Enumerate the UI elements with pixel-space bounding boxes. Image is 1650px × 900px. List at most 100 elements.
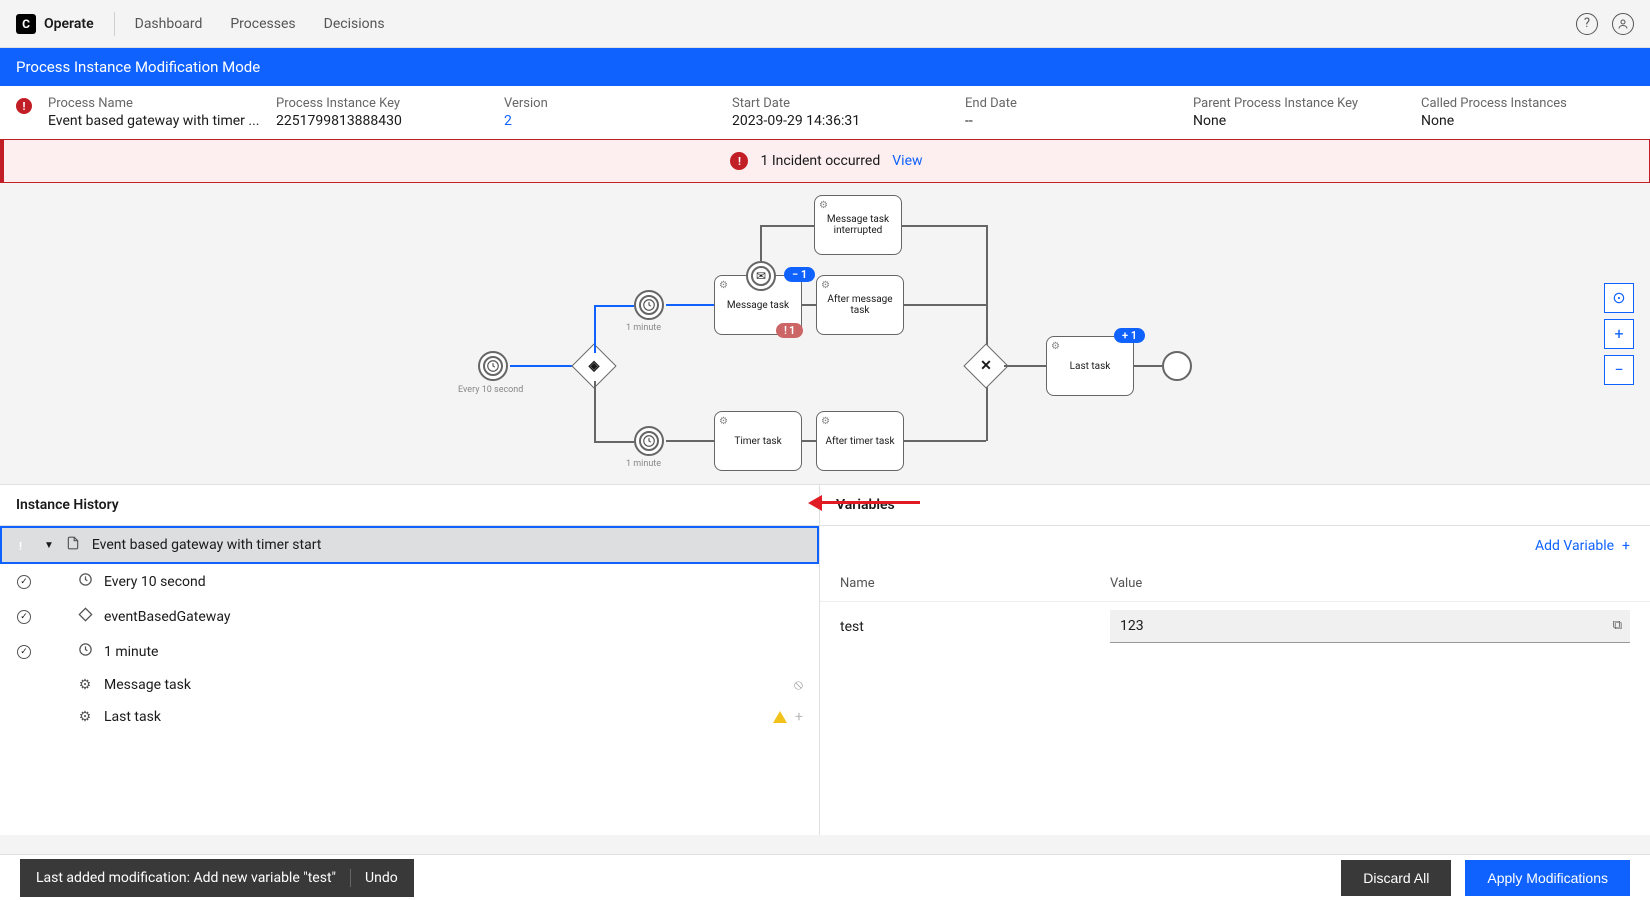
bpmn-diagram[interactable]: Every 10 second ◈ 1 minute ⚙ Message tas… bbox=[0, 183, 1650, 485]
info-key-label: Process Instance Key bbox=[276, 96, 496, 111]
cancel-icon[interactable]: ⦸ bbox=[794, 677, 803, 693]
check-icon: ✓ bbox=[17, 645, 31, 659]
top-nav: C Operate Dashboard Processes Decisions … bbox=[0, 0, 1650, 48]
variables-panel: Variables Add Variable+ Name Value test … bbox=[820, 485, 1650, 835]
warning-icon bbox=[773, 711, 787, 723]
nav-links: Dashboard Processes Decisions bbox=[135, 16, 385, 32]
task-msg-interrupted[interactable]: ⚙ Message task interrupted bbox=[814, 195, 902, 255]
discard-all-button[interactable]: Discard All bbox=[1341, 860, 1451, 896]
nav-decisions[interactable]: Decisions bbox=[324, 16, 385, 32]
user-icon[interactable] bbox=[1612, 13, 1634, 35]
history-row[interactable]: ✓ eventBasedGateway bbox=[0, 599, 819, 634]
nav-dashboard[interactable]: Dashboard bbox=[135, 16, 203, 32]
mod-plus-badge: + 1 bbox=[1114, 328, 1145, 343]
modification-mode-banner: Process Instance Modification Mode bbox=[0, 48, 1650, 86]
gear-icon: ⚙ bbox=[821, 416, 830, 427]
gear-icon: ⚙ bbox=[719, 280, 728, 291]
zoom-controls: ⊙ + − bbox=[1604, 283, 1634, 385]
clock-icon bbox=[76, 572, 94, 591]
history-row[interactable]: ⚙ Message task ⦸ bbox=[0, 669, 819, 701]
task-last[interactable]: ⚙ Last task bbox=[1046, 336, 1134, 396]
instance-history-panel: Instance History ▼ Event based gateway w… bbox=[0, 485, 820, 835]
zoom-reset-button[interactable]: ⊙ bbox=[1604, 283, 1634, 313]
col-value: Value bbox=[1110, 576, 1630, 591]
info-end-label: End Date bbox=[965, 96, 1185, 111]
info-parent-label: Parent Process Instance Key bbox=[1193, 96, 1413, 111]
gear-icon: ⚙ bbox=[821, 280, 830, 291]
incident-dot-icon bbox=[19, 538, 33, 552]
expand-icon[interactable]: ⧉ bbox=[1613, 618, 1622, 633]
history-row-root[interactable]: ▼ Event based gateway with timer start bbox=[0, 526, 819, 564]
info-called-value: None bbox=[1421, 113, 1634, 129]
gear-icon: ⚙ bbox=[1051, 341, 1060, 352]
info-name-value: Event based gateway with timer ... bbox=[48, 113, 268, 129]
task-timer[interactable]: ⚙ Timer task bbox=[714, 411, 802, 471]
boundary-msg-icon[interactable]: ✉ bbox=[746, 261, 776, 291]
history-row[interactable]: ✓ 1 minute bbox=[0, 634, 819, 669]
task-after-msg[interactable]: ⚙ After message task bbox=[816, 275, 904, 335]
variables-header: Name Value bbox=[820, 566, 1650, 602]
timer2-label: 1 minute bbox=[626, 459, 661, 469]
incident-text: 1 Incident occurred bbox=[760, 153, 880, 169]
incident-banner: 1 Incident occurred View bbox=[0, 139, 1650, 183]
history-row-label: Every 10 second bbox=[104, 574, 206, 590]
gear-icon: ⚙ bbox=[719, 416, 728, 427]
history-row-label: Message task bbox=[104, 677, 191, 693]
check-icon: ✓ bbox=[17, 575, 31, 589]
variable-row: test 123 ⧉ bbox=[820, 602, 1650, 651]
info-end-value: -- bbox=[965, 113, 1185, 129]
incident-dot-icon bbox=[16, 98, 32, 114]
info-start-label: Start Date bbox=[732, 96, 957, 111]
task-after-timer[interactable]: ⚙ After timer task bbox=[816, 411, 904, 471]
history-title: Instance History bbox=[0, 485, 819, 526]
check-icon: ✓ bbox=[17, 610, 31, 624]
variables-title: Variables bbox=[820, 485, 1650, 526]
apply-modifications-button[interactable]: Apply Modifications bbox=[1465, 860, 1630, 896]
timer-1min-upper-icon[interactable] bbox=[634, 290, 664, 320]
brand-logo-icon: C bbox=[16, 14, 36, 34]
undo-button[interactable]: Undo bbox=[365, 870, 398, 886]
top-right: ? bbox=[1576, 13, 1634, 35]
plus-icon: + bbox=[1622, 538, 1630, 554]
variable-value-input[interactable]: 123 ⧉ bbox=[1110, 610, 1630, 643]
gear-icon: ⚙ bbox=[76, 677, 94, 693]
nav-separator bbox=[114, 12, 115, 36]
footer: Last added modification: Add new variabl… bbox=[0, 854, 1650, 900]
incident-view-link[interactable]: View bbox=[892, 153, 922, 169]
history-row-label: Event based gateway with timer start bbox=[92, 537, 321, 553]
variable-name: test bbox=[840, 619, 1110, 635]
info-called-label: Called Process Instances bbox=[1421, 96, 1634, 111]
nav-processes[interactable]: Processes bbox=[230, 16, 295, 32]
info-name-label: Process Name bbox=[48, 96, 268, 111]
gear-icon: ⚙ bbox=[819, 200, 828, 211]
gear-icon: ⚙ bbox=[76, 709, 94, 725]
help-icon[interactable]: ? bbox=[1576, 13, 1598, 35]
clock-icon bbox=[76, 642, 94, 661]
modification-toast: Last added modification: Add new variabl… bbox=[20, 859, 414, 897]
incident-dot-icon bbox=[17, 678, 31, 692]
brand: C Operate bbox=[16, 14, 94, 34]
add-icon[interactable]: + bbox=[795, 709, 803, 725]
col-name: Name bbox=[840, 576, 1110, 591]
history-row-label: 1 minute bbox=[104, 644, 158, 660]
add-variable-button[interactable]: Add Variable+ bbox=[820, 526, 1650, 566]
info-version-label: Version bbox=[504, 96, 724, 111]
gateway-icon bbox=[76, 607, 94, 626]
start-timer-event-icon[interactable] bbox=[478, 351, 508, 381]
incident-icon bbox=[730, 152, 748, 170]
info-start-value: 2023-09-29 14:36:31 bbox=[732, 113, 957, 129]
info-version-value[interactable]: 2 bbox=[504, 113, 724, 129]
history-row[interactable]: ✓ Every 10 second bbox=[0, 564, 819, 599]
history-row-label: Last task bbox=[104, 709, 161, 725]
chevron-down-icon[interactable]: ▼ bbox=[44, 540, 54, 551]
timer-1min-lower-icon[interactable] bbox=[634, 426, 664, 456]
history-row[interactable]: ⚙ Last task + bbox=[0, 701, 819, 733]
history-row-label: eventBasedGateway bbox=[104, 609, 230, 625]
info-parent-value: None bbox=[1193, 113, 1413, 129]
merge-gateway-icon[interactable]: ✕ bbox=[963, 343, 1008, 388]
zoom-in-button[interactable]: + bbox=[1604, 319, 1634, 349]
incident-count-badge: !1 bbox=[776, 323, 803, 338]
timer1-label: 1 minute bbox=[626, 323, 661, 333]
zoom-out-button[interactable]: − bbox=[1604, 355, 1634, 385]
end-event-icon[interactable] bbox=[1162, 351, 1192, 381]
